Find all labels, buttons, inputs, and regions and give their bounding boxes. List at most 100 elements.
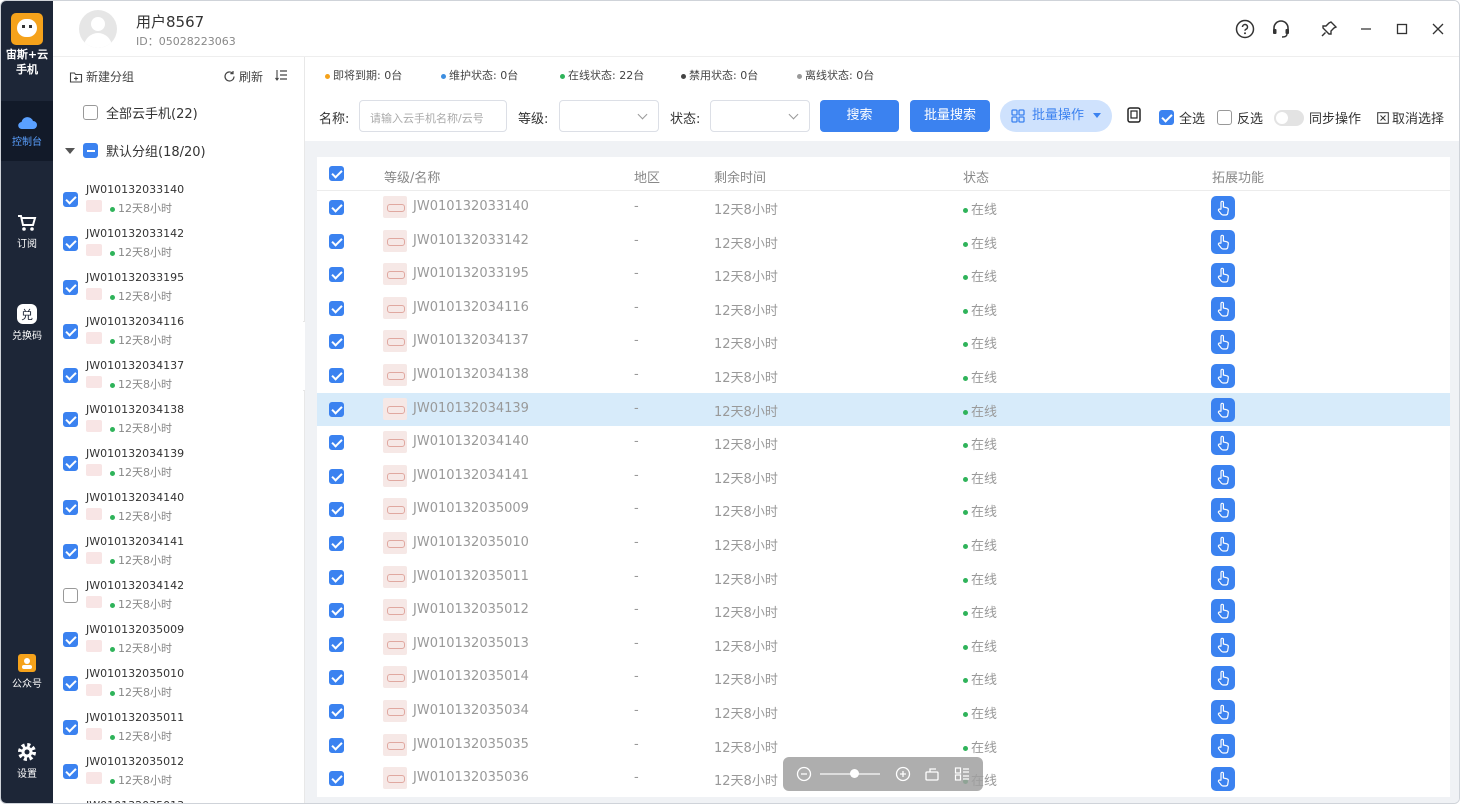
table-row[interactable]: JW010132034140 - 12天8小时 在线 bbox=[317, 426, 1450, 459]
row-checkbox[interactable] bbox=[329, 737, 344, 753]
row-checkbox[interactable] bbox=[329, 771, 344, 787]
device-checkbox[interactable] bbox=[63, 324, 78, 339]
row-checkbox[interactable] bbox=[329, 569, 344, 585]
touch-control-button[interactable] bbox=[1211, 666, 1235, 691]
batch-search-button[interactable]: 批量搜索 bbox=[910, 100, 990, 132]
touch-control-button[interactable] bbox=[1211, 397, 1235, 422]
col-status[interactable]: 状态 bbox=[963, 167, 989, 186]
list-item[interactable]: JW010132035013 bbox=[53, 793, 293, 803]
close-icon[interactable] bbox=[1428, 19, 1448, 39]
layout-icon[interactable] bbox=[954, 766, 970, 782]
list-item[interactable]: JW010132033195 12天8小时 bbox=[53, 265, 293, 309]
default-group-row[interactable]: 默认分组(18/20) bbox=[65, 141, 206, 160]
row-checkbox[interactable] bbox=[329, 267, 344, 283]
table-row[interactable]: JW010132034139 - 12天8小时 在线 bbox=[317, 392, 1450, 426]
col-time[interactable]: 剩余时间 bbox=[714, 167, 766, 186]
device-checkbox[interactable] bbox=[63, 544, 78, 559]
rotate-icon[interactable] bbox=[924, 766, 940, 782]
list-item[interactable]: JW010132033140 12天8小时 bbox=[53, 177, 293, 221]
device-checkbox[interactable] bbox=[63, 588, 78, 603]
maximize-icon[interactable] bbox=[1392, 19, 1412, 39]
invert-checkbox[interactable] bbox=[1217, 110, 1232, 125]
row-checkbox[interactable] bbox=[329, 704, 344, 719]
new-group-button[interactable]: 新建分组 bbox=[69, 68, 134, 85]
touch-control-button[interactable] bbox=[1211, 330, 1235, 355]
row-checkbox[interactable] bbox=[329, 435, 344, 451]
table-row[interactable]: JW010132035014 - 12天8小时 在线 bbox=[317, 661, 1450, 694]
row-checkbox[interactable] bbox=[329, 401, 344, 417]
row-checkbox[interactable] bbox=[329, 368, 344, 383]
device-checkbox[interactable] bbox=[63, 764, 78, 779]
name-search-input[interactable]: 请输入云手机名称/云号 bbox=[359, 100, 507, 132]
header-checkbox[interactable] bbox=[329, 166, 344, 181]
level-select[interactable] bbox=[559, 100, 659, 132]
table-row[interactable]: JW010132033195 - 12天8小时 在线 bbox=[317, 258, 1450, 291]
touch-control-button[interactable] bbox=[1211, 767, 1235, 792]
device-checkbox[interactable] bbox=[63, 632, 78, 647]
touch-control-button[interactable] bbox=[1211, 296, 1235, 321]
row-checkbox[interactable] bbox=[329, 300, 344, 316]
touch-control-button[interactable] bbox=[1211, 431, 1235, 456]
select-all-checkbox[interactable] bbox=[1159, 110, 1174, 125]
cancel-select-button[interactable]: 取消选择 bbox=[1377, 108, 1444, 127]
all-phones-box[interactable] bbox=[83, 105, 98, 120]
table-row[interactable]: JW010132034138 - 12天8小时 在线 bbox=[317, 359, 1450, 392]
refresh-button[interactable]: 刷新 bbox=[223, 68, 263, 85]
zoom-out-icon[interactable] bbox=[796, 766, 812, 782]
touch-control-button[interactable] bbox=[1211, 632, 1235, 657]
device-checkbox[interactable] bbox=[63, 280, 78, 295]
list-item[interactable]: JW010132033142 12天8小时 bbox=[53, 221, 293, 265]
row-checkbox[interactable] bbox=[329, 636, 344, 652]
touch-control-button[interactable] bbox=[1211, 229, 1235, 254]
table-row[interactable]: JW010132034141 - 12天8小时 在线 bbox=[317, 460, 1450, 493]
sync-toggle[interactable] bbox=[1274, 109, 1304, 126]
nav-item-redeem[interactable]: 兑 兑换码 bbox=[1, 291, 53, 351]
table-row[interactable]: JW010132035009 - 12天8小时 在线 bbox=[317, 493, 1450, 526]
device-checkbox[interactable] bbox=[63, 676, 78, 691]
nav-item-wechat[interactable]: 公众号 bbox=[1, 641, 53, 701]
table-row[interactable]: JW010132035011 - 12天8小时 在线 bbox=[317, 561, 1450, 594]
touch-control-button[interactable] bbox=[1211, 364, 1235, 388]
touch-control-button[interactable] bbox=[1211, 700, 1235, 724]
table-row[interactable]: JW010132035013 - 12天8小时 在线 bbox=[317, 628, 1450, 661]
select-all-option[interactable]: 全选 bbox=[1159, 108, 1205, 127]
device-checkbox[interactable] bbox=[63, 412, 78, 427]
group-checkbox[interactable] bbox=[83, 143, 98, 158]
invert-option[interactable]: 反选 bbox=[1217, 108, 1263, 127]
table-row[interactable]: JW010132035034 - 12天8小时 在线 bbox=[317, 695, 1450, 728]
row-checkbox[interactable] bbox=[329, 536, 344, 551]
list-item[interactable]: JW010132034139 12天8小时 bbox=[53, 441, 293, 485]
all-phones-checkbox[interactable]: 全部云手机(22) bbox=[83, 103, 198, 122]
touch-control-button[interactable] bbox=[1211, 498, 1235, 523]
table-row[interactable]: JW010132035012 - 12天8小时 在线 bbox=[317, 594, 1450, 627]
headset-icon[interactable] bbox=[1271, 19, 1291, 39]
list-item[interactable]: JW010132034140 12天8小时 bbox=[53, 485, 293, 529]
list-item[interactable]: JW010132035012 12天8小时 bbox=[53, 749, 293, 793]
zoom-slider-knob[interactable] bbox=[850, 769, 859, 778]
touch-control-button[interactable] bbox=[1211, 565, 1235, 590]
batch-ops-button[interactable]: 批量操作 bbox=[1000, 100, 1112, 132]
table-row[interactable]: JW010132035010 - 12天8小时 在线 bbox=[317, 527, 1450, 560]
row-checkbox[interactable] bbox=[329, 334, 344, 350]
list-item[interactable]: JW010132034141 12天8小时 bbox=[53, 529, 293, 573]
row-checkbox[interactable] bbox=[329, 468, 344, 484]
col-ext[interactable]: 拓展功能 bbox=[1212, 167, 1264, 186]
list-item[interactable]: JW010132034137 12天8小时 bbox=[53, 353, 293, 397]
sync-ops-option[interactable]: 同步操作 bbox=[1274, 108, 1361, 127]
caret-down-icon[interactable] bbox=[65, 147, 75, 154]
device-checkbox[interactable] bbox=[63, 192, 78, 207]
table-row[interactable]: JW010132034137 - 12天8小时 在线 bbox=[317, 325, 1450, 358]
sort-list-icon[interactable] bbox=[275, 69, 288, 81]
row-checkbox[interactable] bbox=[329, 603, 344, 619]
device-checkbox[interactable] bbox=[63, 500, 78, 515]
nav-item-subscribe[interactable]: 订阅 bbox=[1, 201, 53, 261]
search-button[interactable]: 搜索 bbox=[820, 100, 899, 132]
touch-control-button[interactable] bbox=[1211, 464, 1235, 489]
minimize-icon[interactable] bbox=[1356, 19, 1376, 39]
list-item[interactable]: JW010132035010 12天8小时 bbox=[53, 661, 293, 705]
list-item[interactable]: JW010132034138 12天8小时 bbox=[53, 397, 293, 441]
device-checkbox[interactable] bbox=[63, 368, 78, 383]
row-checkbox[interactable] bbox=[329, 200, 344, 215]
list-item[interactable]: JW010132034142 12天8小时 bbox=[53, 573, 293, 617]
col-region[interactable]: 地区 bbox=[634, 167, 660, 186]
